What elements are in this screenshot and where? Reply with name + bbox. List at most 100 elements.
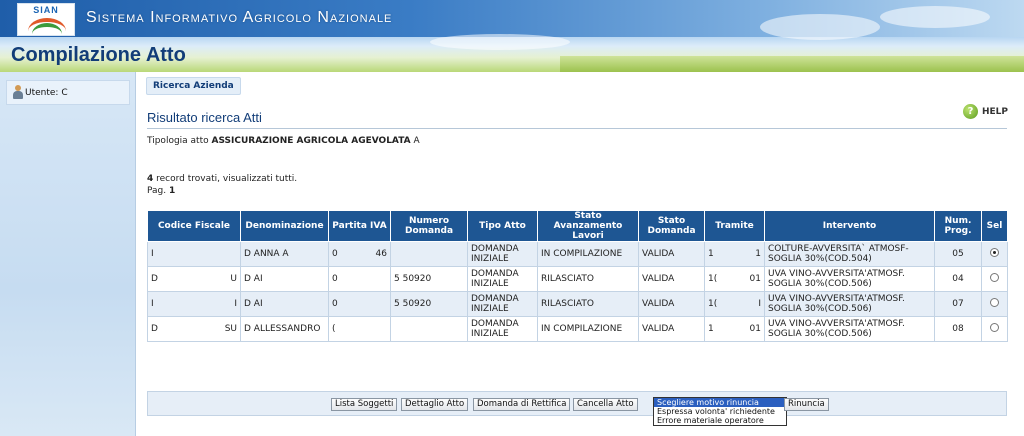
cell-sel[interactable] xyxy=(981,291,1008,317)
cell-denominazione: D ANNA A xyxy=(240,241,329,267)
user-icon xyxy=(13,85,23,99)
cell-numero-domanda xyxy=(390,316,468,342)
col-stato-lavori[interactable]: Stato Avanzamento Lavori xyxy=(537,210,639,242)
dettaglio-atto-button[interactable]: Dettaglio Atto xyxy=(401,398,469,411)
cell-intervento: UVA VINO-AVVERSITA'ATMOSF. SOGLIA 30%(CO… xyxy=(764,316,935,342)
action-bar: Lista Soggetti Dettaglio Atto Domanda di… xyxy=(147,391,1007,426)
cell-denominazione: D AI xyxy=(240,266,329,292)
col-codice-fiscale[interactable]: Codice Fiscale xyxy=(147,210,241,242)
tipologia-label: Tipologia atto xyxy=(147,136,209,146)
cell-tipo-atto: DOMANDA INIZIALE xyxy=(467,316,538,342)
system-title: Sistema Informativo Agricolo Nazionale xyxy=(86,9,393,26)
cell-sel[interactable] xyxy=(981,316,1008,342)
col-tramite[interactable]: Tramite xyxy=(704,210,765,242)
table-row[interactable]: I D ANNA A 0 46 DOMANDA INIZIALE IN COMP… xyxy=(147,241,1008,267)
col-num-prog[interactable]: Num. Prog. xyxy=(934,210,982,242)
cell-numero-domanda xyxy=(390,241,468,267)
logo-text: SIAN xyxy=(33,5,59,15)
tipologia-atto: Tipologia atto ASSICURAZIONE AGRICOLA AG… xyxy=(147,136,420,146)
table-row[interactable]: D SU D ALLESSANDRO ( DOMANDA INIZIALE IN… xyxy=(147,316,1008,342)
col-tipo-atto[interactable]: Tipo Atto xyxy=(467,210,538,242)
select-radio[interactable] xyxy=(990,248,999,257)
cell-num-prog: 05 xyxy=(934,241,982,267)
select-radio[interactable] xyxy=(990,273,999,282)
cell-intervento: UVA VINO-AVVERSITA'ATMOSF. SOGLIA 30%(CO… xyxy=(764,266,935,292)
cell-numero-domanda: 5 50920 xyxy=(390,291,468,317)
motivo-option[interactable]: Errore materiale operatore xyxy=(654,416,786,425)
results-table: Codice Fiscale Denominazione Partita IVA… xyxy=(147,210,1008,342)
cell-tramite: 1( 01 xyxy=(704,266,765,292)
cell-stato-domanda: VALIDA xyxy=(638,291,705,317)
cell-partita-iva: 0 46 xyxy=(328,241,391,267)
grass-decoration xyxy=(560,56,1024,72)
motivo-option[interactable]: Espressa volonta' richiedente xyxy=(654,407,786,416)
col-partita-iva[interactable]: Partita IVA xyxy=(328,210,391,242)
table-row[interactable]: D U D AI 0 5 50920 DOMANDA INIZIALE RILA… xyxy=(147,266,1008,292)
cell-stato-lavori: IN COMPILAZIONE xyxy=(537,241,639,267)
user-box: Utente: C xyxy=(6,80,130,105)
cell-stato-domanda: VALIDA xyxy=(638,241,705,267)
cell-intervento: COLTURE-AVVERSITA` ATMOSF-SOGLIA 30%(COD… xyxy=(764,241,935,267)
cell-codice-fiscale: D U xyxy=(147,266,241,292)
col-intervento[interactable]: Intervento xyxy=(764,210,935,242)
col-denominazione[interactable]: Denominazione xyxy=(240,210,329,242)
cell-denominazione: D AI xyxy=(240,291,329,317)
cell-tipo-atto: DOMANDA INIZIALE xyxy=(467,291,538,317)
cell-codice-fiscale: I xyxy=(147,241,241,267)
header-banner: SIAN Sistema Informativo Agricolo Nazion… xyxy=(0,0,1024,72)
user-label: Utente: C xyxy=(25,88,68,98)
cloud-decoration xyxy=(760,14,880,40)
logo-arc xyxy=(32,23,62,45)
motivo-rinuncia-select[interactable]: Scegliere motivo rinuncia Espressa volon… xyxy=(653,397,787,426)
section-divider xyxy=(147,128,1007,129)
cancella-atto-button[interactable]: Cancella Atto xyxy=(573,398,638,411)
cell-num-prog: 07 xyxy=(934,291,982,317)
cell-partita-iva: 0 xyxy=(328,291,391,317)
sian-logo: SIAN xyxy=(17,3,75,36)
records-text: record trovati, visualizzati tutti. xyxy=(156,174,298,184)
tipologia-value: ASSICURAZIONE AGRICOLA AGEVOLATA xyxy=(211,136,411,146)
cell-stato-lavori: RILASCIATO xyxy=(537,291,639,317)
help-icon[interactable]: ? xyxy=(963,104,978,119)
col-numero-domanda[interactable]: Numero Domanda xyxy=(390,210,468,242)
cell-denominazione: D ALLESSANDRO xyxy=(240,316,329,342)
cloud-decoration xyxy=(430,34,570,50)
help-label[interactable]: HELP xyxy=(982,107,1008,117)
cell-partita-iva: 0 xyxy=(328,266,391,292)
cell-stato-lavori: IN COMPILAZIONE xyxy=(537,316,639,342)
domanda-rettifica-button[interactable]: Domanda di Rettifica xyxy=(473,398,571,411)
records-count: 4 xyxy=(147,174,154,184)
cell-num-prog: 04 xyxy=(934,266,982,292)
cell-tramite: 1 01 xyxy=(704,316,765,342)
cell-tramite: 1( I xyxy=(704,291,765,317)
page-title: Compilazione Atto xyxy=(11,44,186,66)
col-sel: Sel xyxy=(981,210,1008,242)
table-row[interactable]: I I D AI 0 5 50920 DOMANDA INIZIALE RILA… xyxy=(147,291,1008,317)
cell-intervento: UVA VINO-AVVERSITA'ATMOSF. SOGLIA 30%(CO… xyxy=(764,291,935,317)
cell-numero-domanda: 5 50920 xyxy=(390,266,468,292)
table-header-row: Codice Fiscale Denominazione Partita IVA… xyxy=(147,210,1008,242)
sidebar: Utente: C xyxy=(0,72,136,436)
cell-sel[interactable] xyxy=(981,266,1008,292)
motivo-option[interactable]: Scegliere motivo rinuncia xyxy=(654,398,786,407)
cell-tipo-atto: DOMANDA INIZIALE xyxy=(467,266,538,292)
cell-tramite: 1 1 xyxy=(704,241,765,267)
cell-stato-domanda: VALIDA xyxy=(638,266,705,292)
cell-tipo-atto: DOMANDA INIZIALE xyxy=(467,241,538,267)
tab-ricerca-azienda[interactable]: Ricerca Azienda xyxy=(146,77,241,95)
cell-codice-fiscale: D SU xyxy=(147,316,241,342)
rinuncia-button[interactable]: Rinuncia xyxy=(784,398,829,411)
cell-num-prog: 08 xyxy=(934,316,982,342)
select-radio[interactable] xyxy=(990,298,999,307)
page-label: Pag. xyxy=(147,186,167,196)
section-title: Risultato ricerca Atti xyxy=(147,110,262,125)
page-number: 1 xyxy=(169,186,176,196)
tipologia-suffix: A xyxy=(413,136,420,146)
cell-codice-fiscale: I I xyxy=(147,291,241,317)
cell-sel[interactable] xyxy=(981,241,1008,267)
lista-soggetti-button[interactable]: Lista Soggetti xyxy=(331,398,398,411)
col-stato-domanda[interactable]: Stato Domanda xyxy=(638,210,705,242)
cell-partita-iva: ( xyxy=(328,316,391,342)
select-radio[interactable] xyxy=(990,323,999,332)
cloud-decoration xyxy=(880,6,990,28)
